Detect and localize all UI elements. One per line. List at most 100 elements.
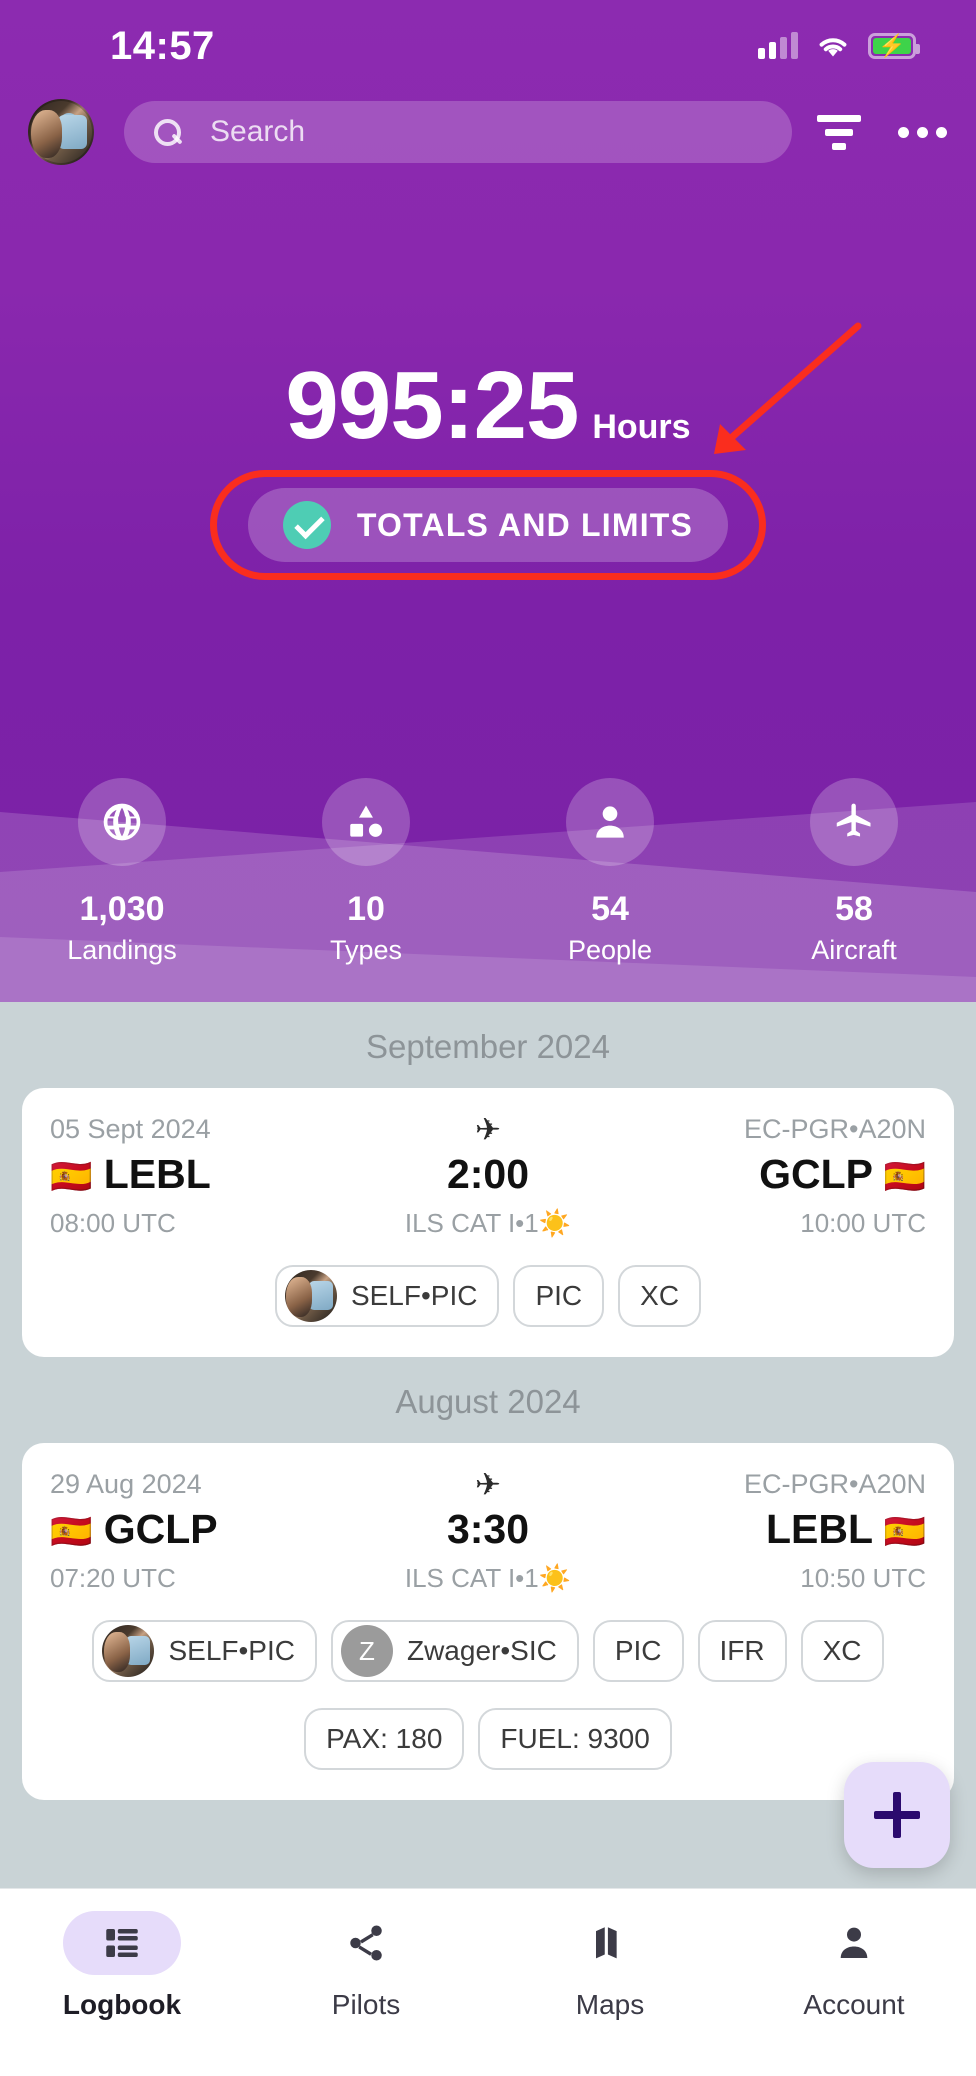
crew-chip[interactable]: Z Zwager•SIC — [330, 1620, 579, 1682]
airplane-icon: ✈ — [475, 1467, 501, 1502]
arrival-time: 10:50 UTC — [800, 1563, 926, 1593]
bottom-navigation: Logbook Pilots Maps Account — [0, 1888, 976, 2076]
filter-icon[interactable] — [816, 112, 862, 152]
month-heading: September 2024 — [365, 1028, 610, 1065]
pax-chip[interactable]: PAX: 180 — [304, 1708, 465, 1770]
total-hours-block: 995:25 Hours — [0, 358, 976, 454]
chip-label: IFR — [719, 1635, 765, 1666]
chip-label: SELF•PIC — [168, 1635, 295, 1666]
stat-aircraft[interactable]: 58 Aircraft — [732, 778, 976, 966]
tag-chip[interactable]: PIC — [592, 1620, 684, 1682]
totals-and-limits-label: TOTALS AND LIMITS — [356, 506, 694, 543]
nav-label: Logbook — [62, 1989, 182, 2020]
search-input[interactable]: Search — [124, 101, 792, 163]
airplane-icon: ✈ — [475, 1112, 501, 1147]
arrival-airport: LEBL 🇪🇸 — [765, 1506, 926, 1552]
flight-card[interactable]: 05 Sept 2024 🇪🇸 LEBL 08:00 UTC ✈ 2:00 IL… — [22, 1088, 954, 1357]
battery-charging-icon: ⚡ — [868, 33, 920, 59]
nav-item-maps[interactable]: Maps — [488, 1911, 732, 2021]
chip-label: PIC — [614, 1635, 662, 1666]
stat-value: 58 — [835, 890, 873, 928]
tag-chip[interactable]: XC — [800, 1620, 884, 1682]
chip-label: PAX: 180 — [326, 1723, 443, 1754]
map-icon — [551, 1911, 669, 1975]
arrival-flag-icon: 🇪🇸 — [883, 1513, 926, 1551]
stat-value: 54 — [591, 890, 629, 928]
departure-airport: 🇪🇸 GCLP — [50, 1506, 218, 1552]
nav-label: Maps — [575, 1989, 645, 2020]
aircraft-registration: EC-PGR•A20N — [744, 1114, 926, 1144]
stat-label: People — [567, 935, 653, 965]
weather-sun-icon: ☀️ — [538, 1208, 572, 1238]
status-bar: 14:57 ⚡ — [0, 0, 976, 92]
status-bar-indicators: ⚡ — [758, 32, 920, 59]
departure-airport: 🇪🇸 LEBL — [50, 1151, 211, 1197]
tag-chip[interactable]: IFR — [697, 1620, 787, 1682]
person-icon — [566, 778, 654, 866]
weather-sun-icon: ☀️ — [538, 1563, 572, 1593]
logbook-list[interactable]: September 2024 05 Sept 2024 🇪🇸 LEBL 08:0… — [0, 1002, 976, 1888]
totals-and-limits-button[interactable]: TOTALS AND LIMITS — [248, 488, 728, 562]
flight-duration: 3:30 — [446, 1506, 530, 1552]
stat-label: Types — [329, 935, 403, 965]
chip-label: SELF•PIC — [350, 1280, 478, 1311]
month-heading: August 2024 — [395, 1383, 581, 1420]
approach-info: ILS CAT I•1☀️ — [404, 1563, 572, 1593]
crew-chip[interactable]: SELF•PIC — [92, 1620, 317, 1682]
nav-label: Pilots — [331, 1989, 401, 2020]
tag-chip[interactable]: XC — [618, 1265, 702, 1327]
stat-people[interactable]: 54 People — [488, 778, 732, 966]
globe-icon — [78, 778, 166, 866]
departure-flag-icon: 🇪🇸 — [50, 1513, 93, 1551]
chip-label: Zwager•SIC — [406, 1635, 557, 1666]
chip-label: FUEL: 9300 — [500, 1723, 650, 1754]
logbook-list-icon — [63, 1911, 181, 1975]
add-flight-button[interactable] — [844, 1762, 950, 1868]
nav-label: Account — [803, 1989, 905, 2020]
avatar[interactable] — [28, 99, 94, 165]
departure-time: 08:00 UTC — [50, 1208, 176, 1238]
crew-chip[interactable]: SELF•PIC — [274, 1265, 500, 1327]
flight-date: 05 Sept 2024 — [50, 1114, 211, 1144]
wifi-icon — [819, 38, 847, 57]
check-circle-icon — [282, 501, 331, 549]
total-hours-unit: Hours — [592, 408, 691, 446]
more-options-icon[interactable] — [896, 112, 948, 152]
flight-tag-row: SELF•PIC PIC XC — [50, 1265, 926, 1327]
flight-tag-row-secondary: PAX: 180 FUEL: 9300 — [50, 1708, 926, 1770]
stat-landings[interactable]: 1,030 Landings — [0, 778, 244, 966]
total-hours-value: 995:25 — [285, 352, 579, 459]
fuel-chip[interactable]: FUEL: 9300 — [478, 1708, 672, 1770]
crew-avatar — [284, 1270, 337, 1322]
arrival-flag-icon: 🇪🇸 — [883, 1158, 926, 1196]
flight-date: 29 Aug 2024 — [50, 1469, 202, 1499]
shapes-icon — [322, 778, 410, 866]
person-icon — [795, 1911, 913, 1975]
departure-flag-icon: 🇪🇸 — [50, 1158, 93, 1196]
cellular-signal-icon — [758, 32, 798, 59]
stats-row: 1,030 Landings 10 Types 54 People 58 Air… — [0, 778, 976, 966]
stat-label: Aircraft — [811, 935, 897, 965]
nav-item-logbook[interactable]: Logbook — [0, 1911, 244, 2021]
search-icon — [152, 117, 182, 147]
chip-label: XC — [822, 1635, 862, 1666]
stat-label: Landings — [67, 935, 177, 965]
stat-value: 10 — [347, 890, 385, 928]
departure-time: 07:20 UTC — [50, 1563, 176, 1593]
hero-header: 14:57 ⚡ Search 995:25 Hours TOTALS AND L… — [0, 0, 976, 1002]
stat-types[interactable]: 10 Types — [244, 778, 488, 966]
chip-label: XC — [640, 1280, 680, 1311]
crew-avatar — [102, 1625, 155, 1677]
search-placeholder: Search — [210, 115, 306, 148]
aircraft-registration: EC-PGR•A20N — [744, 1469, 926, 1499]
arrival-time: 10:00 UTC — [800, 1208, 926, 1238]
header-toolbar: Search — [0, 96, 976, 168]
stat-value: 1,030 — [79, 890, 165, 928]
nav-item-account[interactable]: Account — [732, 1911, 976, 2021]
status-bar-clock: 14:57 — [110, 23, 215, 68]
nav-item-pilots[interactable]: Pilots — [244, 1911, 488, 2021]
crew-avatar-initial: Z — [340, 1625, 393, 1677]
tag-chip[interactable]: PIC — [513, 1265, 605, 1327]
approach-info: ILS CAT I•1☀️ — [404, 1208, 572, 1238]
flight-card[interactable]: 29 Aug 2024 🇪🇸 GCLP 07:20 UTC ✈ 3:30 ILS… — [22, 1443, 954, 1800]
